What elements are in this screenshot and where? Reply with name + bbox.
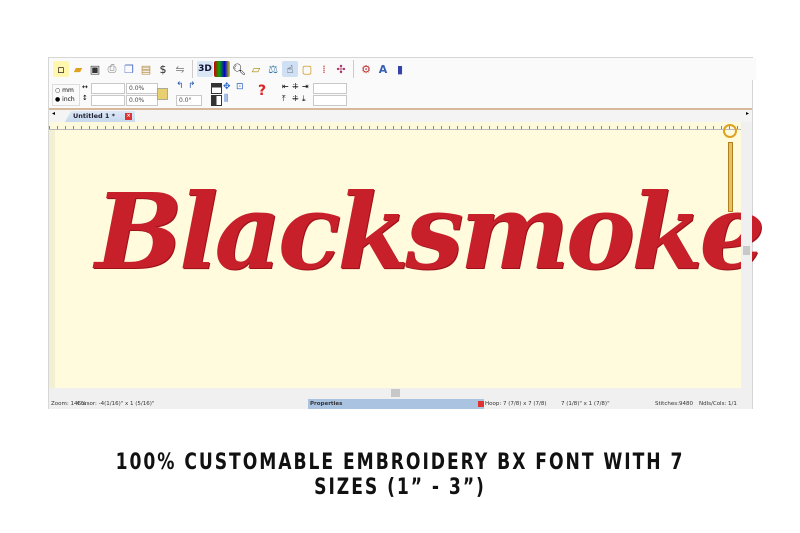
- stitch-icon[interactable]: $: [155, 61, 171, 77]
- horizontal-scrollbar[interactable]: [49, 388, 741, 399]
- align-left-icon[interactable]: ⇤: [282, 82, 289, 91]
- width-field[interactable]: [91, 83, 125, 94]
- cursor-status: Cursor: -4(1/16)" x 1 (5/16)": [77, 401, 155, 407]
- properties-toolbar: ○ mm ● inch ↔ ↕ 0.0% 0.0% ↰ ↱ 0.0° ✥ ⊡ ⫼…: [49, 80, 752, 110]
- fill-icon[interactable]: ▮: [392, 61, 408, 77]
- stitches-status: Stitches:9480: [655, 401, 693, 407]
- align-vcenter-icon[interactable]: ⁜: [292, 94, 299, 103]
- open-icon[interactable]: ▰: [70, 61, 86, 77]
- 3d-icon[interactable]: 3D: [197, 61, 213, 77]
- select-icon[interactable]: ☝︎: [282, 61, 298, 77]
- align-right-icon[interactable]: ⇥: [302, 82, 309, 91]
- copy-icon[interactable]: ❐: [121, 61, 137, 77]
- tab-scroll-left[interactable]: ◂: [52, 110, 55, 117]
- hoop-status: Hoop: 7 (7/8) x 7 (7/8): [485, 401, 547, 407]
- horizontal-ruler: [49, 122, 741, 130]
- spacing-y-field[interactable]: [313, 95, 347, 106]
- new-icon[interactable]: ▫: [53, 61, 69, 77]
- save-icon[interactable]: ▣: [87, 61, 103, 77]
- horizontal-scroll-thumb[interactable]: [391, 389, 400, 397]
- fit-icon[interactable]: ⊡: [236, 82, 244, 92]
- settings-icon[interactable]: ⚙︎: [358, 61, 374, 77]
- balance-icon[interactable]: ⚖︎: [265, 61, 281, 77]
- unit-mm-radio[interactable]: ○ mm: [55, 87, 74, 94]
- zoom-slider[interactable]: [728, 142, 733, 212]
- distribute-icon[interactable]: ⫼: [224, 94, 228, 104]
- align-top2-icon[interactable]: ⤒: [282, 94, 286, 104]
- text-icon[interactable]: A: [375, 61, 391, 77]
- needles-status: Ndls/Cols: 1/1: [699, 401, 737, 407]
- help-icon[interactable]: ?: [258, 83, 266, 99]
- spacing-x-field[interactable]: [313, 83, 347, 94]
- redo-icon[interactable]: ↱: [188, 81, 196, 91]
- vertical-scroll-thumb[interactable]: [743, 246, 750, 255]
- unit-mm-label: mm: [62, 87, 74, 94]
- align-top-icon[interactable]: [211, 83, 222, 94]
- convert-icon[interactable]: ⇋: [172, 61, 188, 77]
- lock-ratio-button[interactable]: [157, 88, 168, 100]
- align-bottom-icon[interactable]: ⤓: [302, 94, 306, 104]
- height-arrow-icon: ↕: [82, 94, 88, 102]
- vertical-scrollbar[interactable]: [741, 122, 752, 388]
- compass-icon[interactable]: [723, 124, 737, 138]
- unit-inch-label: inch: [62, 96, 75, 103]
- properties-panel-header[interactable]: Properties: [308, 399, 484, 409]
- close-tab-icon[interactable]: ×: [125, 113, 133, 120]
- toolbar-divider: [192, 60, 193, 78]
- design-size-status: 7 (1/8)" x 1 (7/8)": [561, 401, 610, 407]
- tab-scroll-right[interactable]: ▸: [746, 110, 749, 117]
- undo-icon[interactable]: ↰: [176, 81, 184, 91]
- design-canvas[interactable]: Blacksmoke: [49, 124, 765, 388]
- pattern-icon[interactable]: ✣: [333, 61, 349, 77]
- width-arrow-icon: ↔: [82, 83, 88, 91]
- mirror-icon[interactable]: [211, 95, 222, 106]
- units-group: ○ mm ● inch: [52, 84, 80, 106]
- embroidery-design-text[interactable]: Blacksmoke: [95, 180, 765, 284]
- ruler-icon[interactable]: ▱: [248, 61, 264, 77]
- toolbar-divider: [353, 60, 354, 78]
- promo-caption: 100% CUSTOMABLE EMBROIDERY BX FONT WITH …: [115, 450, 685, 500]
- center-icon[interactable]: ✥: [223, 82, 231, 92]
- unit-inch-radio[interactable]: ● inch: [55, 96, 75, 103]
- height-field[interactable]: [91, 95, 125, 106]
- scale-y-field[interactable]: 0.0%: [126, 95, 158, 106]
- close-properties-icon[interactable]: [478, 401, 484, 407]
- status-bar: Zoom: 146% Cursor: -4(1/16)" x 1 (5/16)"…: [49, 399, 752, 409]
- embroidery-app-window: ▫ ▰ ▣ ⎙ ❐ ▤ $ ⇋ 3D 🔍︎ ▱ ⚖︎ ☝︎ ▢ ⁞ ✣ ⚙︎ A…: [48, 57, 765, 409]
- hoop-icon[interactable]: ▢: [299, 61, 315, 77]
- main-toolbar: ▫ ▰ ▣ ⎙ ❐ ▤ $ ⇋ 3D 🔍︎ ▱ ⚖︎ ☝︎ ▢ ⁞ ✣ ⚙︎ A…: [49, 58, 756, 80]
- paste-icon[interactable]: ▤: [138, 61, 154, 77]
- align-hcenter-icon[interactable]: ⁜: [292, 82, 299, 91]
- rotation-field[interactable]: 0.0°: [176, 95, 202, 106]
- properties-label: Properties: [310, 401, 343, 407]
- thread-icon[interactable]: ⁞: [316, 61, 332, 77]
- print-icon[interactable]: ⎙: [104, 61, 120, 77]
- tab-title: Untitled 1 *: [73, 112, 116, 120]
- document-tabs: ◂ Untitled 1 * × ▸: [49, 110, 752, 122]
- colors-icon[interactable]: [214, 61, 230, 77]
- tab-untitled-1[interactable]: Untitled 1 * ×: [65, 111, 136, 122]
- zoom-icon[interactable]: 🔍︎: [231, 61, 247, 77]
- scale-x-field[interactable]: 0.0%: [126, 83, 158, 94]
